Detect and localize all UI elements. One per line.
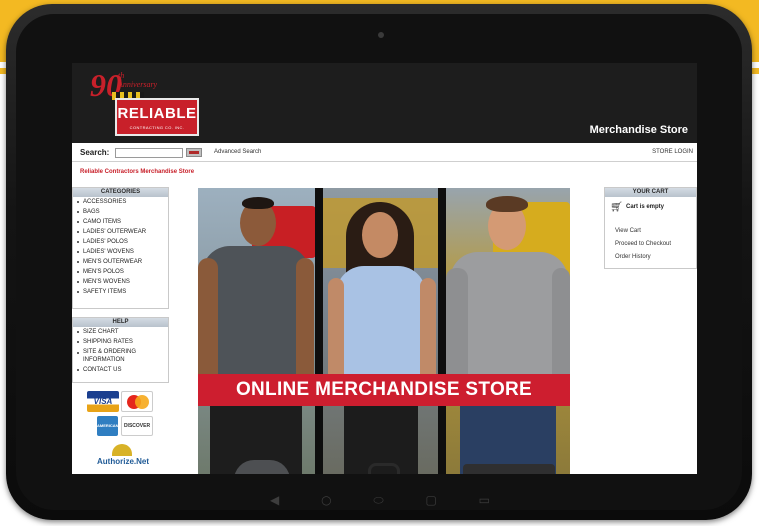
category-item-ladies-wovens[interactable]: LADIES' WOVENS [76, 247, 168, 257]
category-item-safety[interactable]: SAFETY ITEMS [76, 287, 168, 297]
camera-icon [378, 32, 384, 38]
back-button-icon: ◀ [270, 493, 280, 507]
help-item-site-info[interactable]: SITE & ORDERING INFORMATION [76, 348, 155, 364]
view-cart-link[interactable]: View Cart [615, 228, 641, 234]
payment-logos: VISA AMERICAN EXPRESS DISCOVER Authorize… [86, 391, 156, 471]
help-panel: HELP SIZE CHART SHIPPING RATES SITE & OR… [72, 317, 169, 383]
category-item-camo[interactable]: CAMO ITEMS [76, 217, 168, 227]
search-go-icon [189, 151, 199, 154]
category-item-mens-polos[interactable]: MEN'S POLOS [76, 267, 168, 277]
hero-banner[interactable]: ONLINE MERCHANDISE STORE [198, 188, 570, 474]
site-header: 90 th Anniversary RELIABLE CONTRACTING C… [72, 63, 697, 143]
help-item-contact[interactable]: CONTACT US [76, 365, 168, 375]
banner-divider-2 [438, 188, 446, 474]
logo-brand: RELIABLE [117, 105, 197, 122]
visa-logo: VISA [87, 391, 119, 412]
product-duffel-image[interactable] [463, 464, 555, 474]
search-bar: Search: Advanced Search STORE LOGIN [72, 145, 697, 162]
amex-logo: AMERICAN EXPRESS [97, 416, 119, 448]
cart-panel: YOUR CART 🛒︎ Cart is empty View Cart Pro… [604, 187, 697, 269]
store-login-link[interactable]: STORE LOGIN [652, 149, 693, 155]
cart-status: Cart is empty [626, 204, 665, 210]
search-label: Search: [80, 148, 110, 157]
banner-divider-1 [315, 188, 323, 474]
product-bag-image[interactable] [368, 463, 400, 474]
search-input[interactable] [115, 148, 183, 158]
advanced-search-link[interactable]: Advanced Search [214, 149, 261, 155]
category-item-mens-wovens[interactable]: MEN'S WOVENS [76, 277, 168, 287]
shopping-cart-icon: 🛒︎ [610, 202, 623, 213]
logo-anniversary: th Anniversary [118, 71, 158, 89]
search-bezel-icon: ○ [321, 493, 332, 507]
categories-panel: CATEGORIES ACCESSORIES BAGS CAMO ITEMS L… [72, 187, 169, 309]
category-item-ladies-polos[interactable]: LADIES' POLOS [76, 237, 168, 247]
help-item-size-chart[interactable]: SIZE CHART [76, 327, 168, 337]
discover-logo: DISCOVER [121, 416, 153, 436]
category-item-accessories[interactable]: ACCESSORIES [76, 197, 168, 207]
mastercard-yellow-circle [135, 395, 149, 409]
logo-subtitle: CONTRACTING CO. INC. [129, 125, 185, 130]
banner-headline: ONLINE MERCHANDISE STORE [198, 374, 570, 406]
bezel-buttons: ◀ ○ ⬭ ▢ ▭ [270, 492, 490, 508]
checkout-link[interactable]: Proceed to Checkout [615, 241, 671, 247]
webpage-screen: 90 th Anniversary RELIABLE CONTRACTING C… [72, 63, 697, 474]
menu-button-icon: ▢ [425, 493, 437, 507]
discover-text: DISCOVER [123, 423, 151, 429]
authorize-net-icon [112, 444, 132, 456]
authorize-net-seal[interactable]: Authorize.Net [96, 444, 150, 470]
help-item-shipping[interactable]: SHIPPING RATES [76, 337, 168, 347]
cart-title: YOUR CART [605, 188, 696, 197]
search-go-button[interactable] [186, 148, 202, 157]
category-item-ladies-outerwear[interactable]: LADIES' OUTERWEAR [76, 227, 168, 237]
home-button-icon: ⬭ [373, 492, 384, 507]
store-title: Merchandise Store [589, 124, 688, 136]
category-item-bags[interactable]: BAGS [76, 207, 168, 217]
order-history-link[interactable]: Order History [615, 254, 651, 260]
recent-button-icon: ▭ [478, 493, 490, 507]
help-title: HELP [73, 318, 168, 327]
reliable-logo[interactable]: RELIABLE CONTRACTING CO. INC. [115, 98, 199, 136]
categories-title: CATEGORIES [73, 188, 168, 197]
mastercard-logo [121, 391, 153, 412]
category-item-mens-outerwear[interactable]: MEN'S OUTERWEAR [76, 257, 168, 267]
authorize-net-text: Authorize.Net [97, 457, 149, 466]
breadcrumb[interactable]: Reliable Contractors Merchandise Store [80, 169, 194, 175]
